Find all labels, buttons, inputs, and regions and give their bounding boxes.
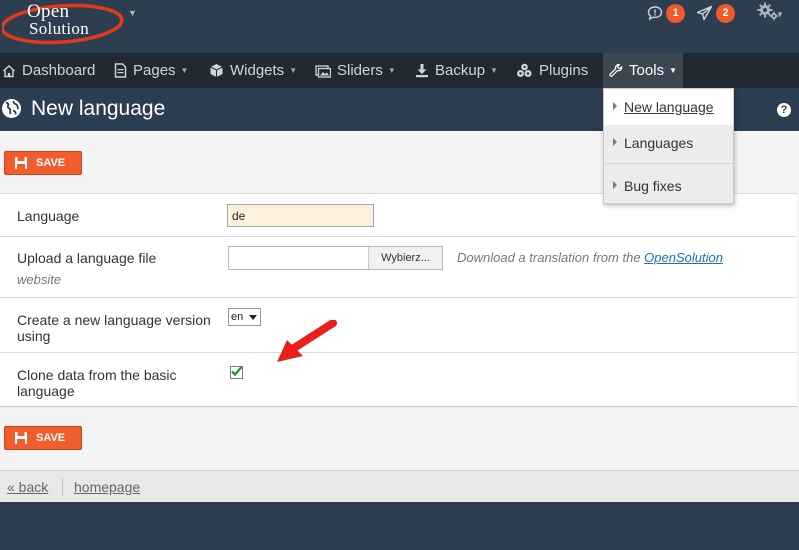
opensolution-link[interactable]: OpenSolution bbox=[644, 250, 723, 265]
logo-caret-icon[interactable]: ▼ bbox=[128, 8, 137, 18]
nav-pages[interactable]: Pages ▼ bbox=[114, 53, 188, 88]
menu-item-label: Bug fixes bbox=[624, 178, 682, 194]
save-label: SAVE bbox=[36, 157, 66, 169]
nav-tools[interactable]: Tools ▼ bbox=[603, 53, 683, 88]
nav-sliders-label: Sliders bbox=[337, 62, 383, 79]
menu-item-bug-fixes[interactable]: Bug fixes bbox=[604, 168, 733, 204]
chevron-down-icon: ▼ bbox=[669, 66, 677, 75]
language-input[interactable] bbox=[227, 204, 374, 227]
caret-right-icon bbox=[613, 181, 617, 189]
nav-plugins-label: Plugins bbox=[539, 62, 589, 79]
wrench-icon bbox=[609, 63, 623, 77]
chevron-down-icon: ▼ bbox=[490, 66, 498, 75]
nav-plugins[interactable]: Plugins bbox=[516, 53, 588, 88]
form-row-upload: Upload a language file website Wybierz..… bbox=[0, 237, 797, 298]
nav-dashboard-label: Dashboard bbox=[22, 62, 96, 79]
messages-count-badge: 2 bbox=[716, 3, 735, 23]
chevron-down-icon bbox=[249, 315, 257, 320]
floppy-disk-icon bbox=[15, 157, 27, 169]
nav-dashboard[interactable]: Dashboard bbox=[2, 53, 95, 88]
chevron-down-icon: ▼ bbox=[180, 66, 189, 75]
menu-item-label: New language bbox=[624, 99, 714, 115]
language-label: Language bbox=[17, 208, 80, 224]
nav-backup[interactable]: Backup ▼ bbox=[415, 53, 498, 88]
language-version-select[interactable]: en bbox=[228, 308, 261, 326]
opensolution-logo[interactable]: Open Solution bbox=[2, 0, 126, 48]
main-nav: Dashboard Pages ▼ Widgets ▼ Sliders ▼ Ba… bbox=[0, 53, 799, 88]
top-bar: Open Solution ▼ 1 2 ▼ bbox=[0, 0, 799, 53]
form-row-clone: Clone data from the basic language bbox=[0, 353, 797, 407]
menu-item-new-language[interactable]: New language bbox=[604, 89, 733, 125]
back-link[interactable]: « back bbox=[7, 479, 48, 495]
tools-dropdown-menu: New language Languages Bug fixes bbox=[603, 88, 734, 204]
image-gallery-icon bbox=[315, 64, 331, 78]
nav-widgets[interactable]: Widgets ▼ bbox=[209, 53, 297, 88]
settings-caret-icon[interactable]: ▼ bbox=[776, 10, 784, 19]
comments-count-badge: 1 bbox=[666, 3, 685, 23]
caret-right-icon bbox=[613, 102, 617, 110]
messages-notification[interactable]: 2 bbox=[696, 3, 735, 23]
comments-notification[interactable]: 1 bbox=[647, 3, 685, 23]
clone-data-checkbox[interactable] bbox=[230, 366, 243, 379]
help-icon[interactable]: ? bbox=[777, 103, 791, 117]
language-version-selected: en bbox=[231, 311, 244, 323]
globe-icon bbox=[2, 99, 21, 118]
nav-backup-label: Backup bbox=[435, 62, 486, 79]
red-arrow-icon bbox=[277, 320, 337, 362]
file-input[interactable]: Wybierz... bbox=[228, 246, 443, 270]
nav-widgets-label: Widgets bbox=[230, 62, 285, 79]
checkmark-icon bbox=[231, 366, 243, 377]
download-hint-text: Download a translation from the bbox=[457, 250, 645, 265]
nav-sliders[interactable]: Sliders ▼ bbox=[315, 53, 396, 88]
upload-label-main: Upload a language file bbox=[17, 250, 157, 266]
homepage-link[interactable]: homepage bbox=[74, 479, 140, 495]
save-button-bottom[interactable]: SAVE bbox=[4, 426, 82, 450]
save-button-top[interactable]: SAVE bbox=[4, 151, 82, 175]
cube-icon bbox=[210, 64, 223, 77]
language-form: Language Upload a language file website … bbox=[0, 193, 797, 407]
download-hint: Download a translation from the OpenSolu… bbox=[457, 250, 723, 265]
menu-item-languages[interactable]: Languages bbox=[604, 125, 733, 161]
download-icon bbox=[416, 64, 428, 78]
menu-divider bbox=[604, 163, 733, 164]
caret-right-icon bbox=[613, 138, 617, 146]
logo-text-solution: Solution bbox=[29, 19, 90, 38]
link-separator bbox=[62, 478, 63, 496]
choose-file-button[interactable]: Wybierz... bbox=[368, 247, 442, 269]
version-label: Create a new language version using bbox=[17, 312, 211, 344]
file-icon bbox=[114, 63, 127, 78]
clone-label: Clone data from the basic language bbox=[17, 367, 177, 399]
nav-pages-label: Pages bbox=[133, 62, 176, 79]
save-label: SAVE bbox=[36, 432, 66, 444]
menu-item-label: Languages bbox=[624, 135, 694, 151]
nav-tools-label: Tools bbox=[629, 62, 665, 79]
home-icon bbox=[3, 64, 15, 77]
paper-plane-icon bbox=[696, 5, 713, 21]
puzzle-icon bbox=[517, 63, 532, 77]
upload-label-sub: website bbox=[17, 272, 62, 287]
footer-links: « back homepage bbox=[0, 470, 799, 502]
chevron-down-icon: ▼ bbox=[289, 66, 298, 75]
chevron-down-icon: ▼ bbox=[387, 66, 396, 75]
upload-label: Upload a language file website bbox=[17, 250, 156, 288]
floppy-disk-icon bbox=[15, 432, 27, 444]
page-title: New language bbox=[31, 97, 166, 120]
comment-icon bbox=[647, 6, 663, 21]
form-row-version: Create a new language version using en bbox=[0, 298, 797, 353]
